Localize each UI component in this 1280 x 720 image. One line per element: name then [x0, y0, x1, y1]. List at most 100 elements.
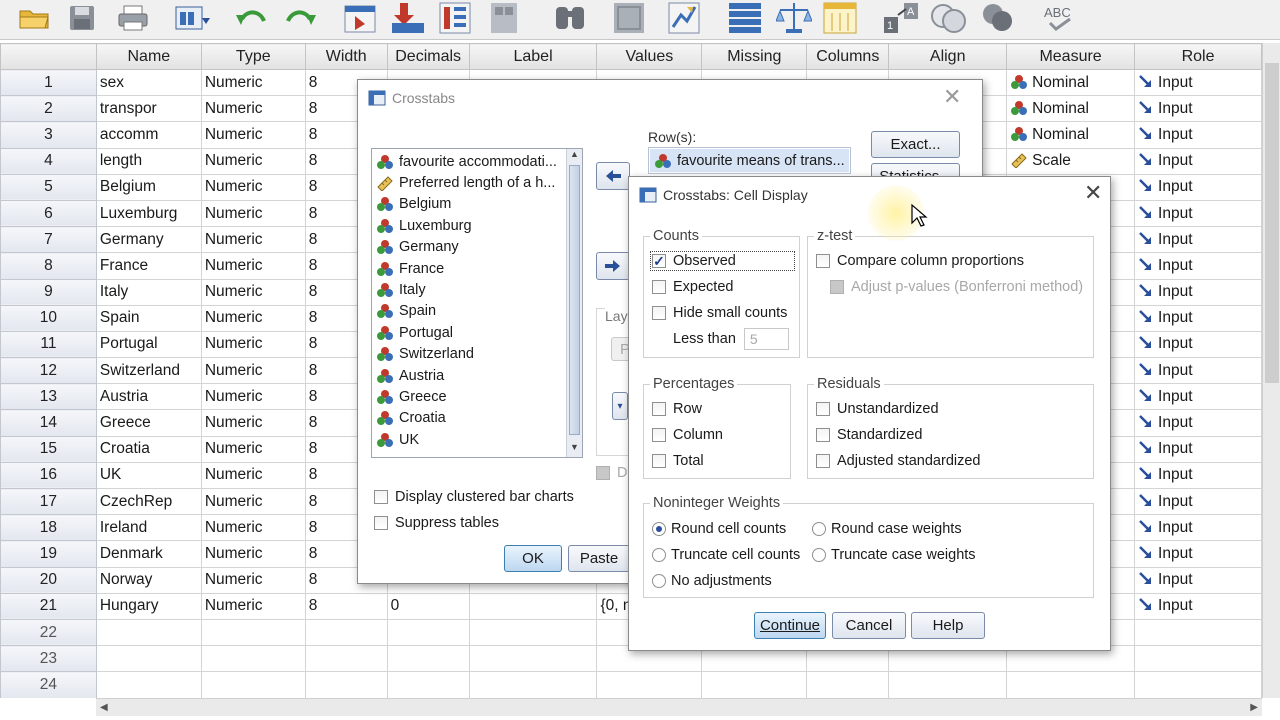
type-cell[interactable]: Numeric [200, 199, 306, 228]
role-cell[interactable]: Input [1134, 383, 1262, 411]
round-case-row[interactable]: Round case weights [812, 521, 962, 537]
insert-cases-icon[interactable] [612, 1, 648, 35]
name-cell[interactable]: accomm [95, 121, 202, 149]
row-number[interactable]: 22 [0, 618, 97, 647]
row-number[interactable]: 15 [0, 435, 97, 463]
name-cell[interactable]: Portugal [95, 330, 202, 359]
goto-case-icon[interactable] [343, 1, 379, 35]
type-cell[interactable]: Numeric [200, 304, 306, 332]
compare-proportions-checkbox[interactable] [816, 254, 830, 268]
unstandardized-row[interactable]: Unstandardized [816, 401, 939, 417]
width-cell[interactable]: 8 [304, 592, 388, 620]
empty-cell[interactable] [1134, 645, 1262, 673]
row-number[interactable]: 23 [0, 645, 97, 673]
empty-cell[interactable] [596, 671, 703, 698]
role-cell[interactable]: Input [1134, 540, 1262, 568]
adjusted-standardized-checkbox[interactable] [816, 454, 830, 468]
role-cell[interactable]: Input [1134, 68, 1262, 97]
scroll-left-icon[interactable]: ◀ [100, 702, 108, 713]
no-adjust-radio[interactable] [652, 574, 666, 588]
split-file-icon[interactable] [727, 1, 763, 35]
role-cell[interactable]: Input [1134, 226, 1262, 254]
weight-cases-icon[interactable] [776, 1, 812, 35]
role-cell[interactable]: Input [1134, 409, 1262, 437]
role-cell[interactable]: Input [1134, 304, 1262, 332]
list-item[interactable]: Switzerland [372, 344, 582, 365]
list-item[interactable]: Belgium [372, 194, 582, 215]
save-icon[interactable] [64, 1, 100, 35]
row-pct-checkbox[interactable] [652, 402, 666, 416]
name-cell[interactable]: Spain [95, 304, 202, 332]
decimals-cell[interactable]: 0 [386, 592, 470, 620]
rows-list[interactable]: favourite means of trans... [648, 147, 851, 174]
empty-cell[interactable] [386, 671, 470, 698]
insert-variable-icon[interactable] [667, 1, 703, 35]
select-cases-icon[interactable] [822, 1, 858, 35]
row-number[interactable]: 7 [0, 226, 97, 254]
type-cell[interactable]: Numeric [200, 514, 306, 542]
horizontal-scrollbar[interactable]: ◀ ▶ [96, 698, 1262, 716]
list-item[interactable]: Greece [372, 386, 582, 407]
show-all-variables-icon[interactable] [980, 1, 1016, 35]
measure-cell[interactable]: Nominal [1006, 95, 1136, 123]
list-item[interactable]: Croatia [372, 408, 582, 429]
column-header[interactable]: Name [95, 43, 202, 70]
measure-cell[interactable]: Scale [1006, 147, 1136, 175]
row-number[interactable]: 16 [0, 461, 97, 490]
exact-button[interactable]: Exact... [871, 131, 960, 158]
column-header[interactable]: Values [596, 43, 703, 70]
hide-small-checkbox[interactable] [652, 306, 666, 320]
empty-cell[interactable] [386, 618, 470, 647]
type-cell[interactable]: Numeric [200, 540, 306, 568]
empty-cell[interactable] [1134, 618, 1262, 647]
suppress-tables-checkbox[interactable] [374, 516, 388, 530]
type-cell[interactable]: Numeric [200, 409, 306, 437]
column-pct-row[interactable]: Column [652, 427, 723, 443]
type-cell[interactable]: Numeric [200, 330, 306, 359]
name-cell[interactable]: UK [95, 461, 202, 490]
name-cell[interactable]: Denmark [95, 540, 202, 568]
column-header[interactable]: Type [200, 43, 306, 70]
row-number[interactable]: 18 [0, 514, 97, 542]
total-pct-row[interactable]: Total [652, 453, 704, 469]
name-cell[interactable]: Ireland [95, 514, 202, 542]
total-pct-checkbox[interactable] [652, 454, 666, 468]
row-number[interactable]: 10 [0, 304, 97, 332]
continue-button[interactable]: Continue [754, 612, 826, 639]
empty-cell[interactable] [95, 671, 202, 698]
type-cell[interactable]: Numeric [200, 173, 306, 201]
empty-cell[interactable] [468, 618, 598, 647]
role-cell[interactable]: Input [1134, 252, 1262, 280]
row-number[interactable]: 20 [0, 566, 97, 594]
measure-cell[interactable]: Nominal [1006, 68, 1136, 97]
role-cell[interactable]: Input [1134, 566, 1262, 594]
scroll-down-icon[interactable]: ▼ [567, 442, 582, 457]
help-button[interactable]: Help [911, 612, 985, 639]
truncate-cell-radio[interactable] [652, 548, 666, 562]
row-number[interactable]: 5 [0, 173, 97, 201]
role-cell[interactable]: Input [1134, 592, 1262, 620]
type-cell[interactable]: Numeric [200, 487, 306, 516]
close-icon[interactable]: ✕ [943, 84, 961, 110]
round-case-radio[interactable] [812, 522, 826, 536]
type-cell[interactable]: Numeric [200, 121, 306, 149]
column-header[interactable]: Measure [1006, 43, 1136, 70]
name-cell[interactable]: Italy [95, 278, 202, 306]
role-cell[interactable]: Input [1134, 199, 1262, 228]
row-number[interactable]: 8 [0, 252, 97, 280]
type-cell[interactable]: Numeric [200, 95, 306, 123]
role-cell[interactable]: Input [1134, 147, 1262, 175]
role-cell[interactable]: Input [1134, 330, 1262, 359]
move-to-columns-button[interactable] [596, 252, 630, 280]
suppress-tables-row[interactable]: Suppress tables [374, 515, 499, 531]
column-header[interactable]: Width [304, 43, 388, 70]
standardized-row[interactable]: Standardized [816, 427, 922, 443]
name-cell[interactable]: Belgium [95, 173, 202, 201]
run-descriptives-icon[interactable] [487, 1, 523, 35]
name-cell[interactable]: sex [95, 68, 202, 97]
name-cell[interactable]: Germany [95, 226, 202, 254]
role-cell[interactable]: Input [1134, 173, 1262, 201]
empty-cell[interactable] [468, 671, 598, 698]
role-cell[interactable]: Input [1134, 121, 1262, 149]
empty-cell[interactable] [701, 671, 808, 698]
